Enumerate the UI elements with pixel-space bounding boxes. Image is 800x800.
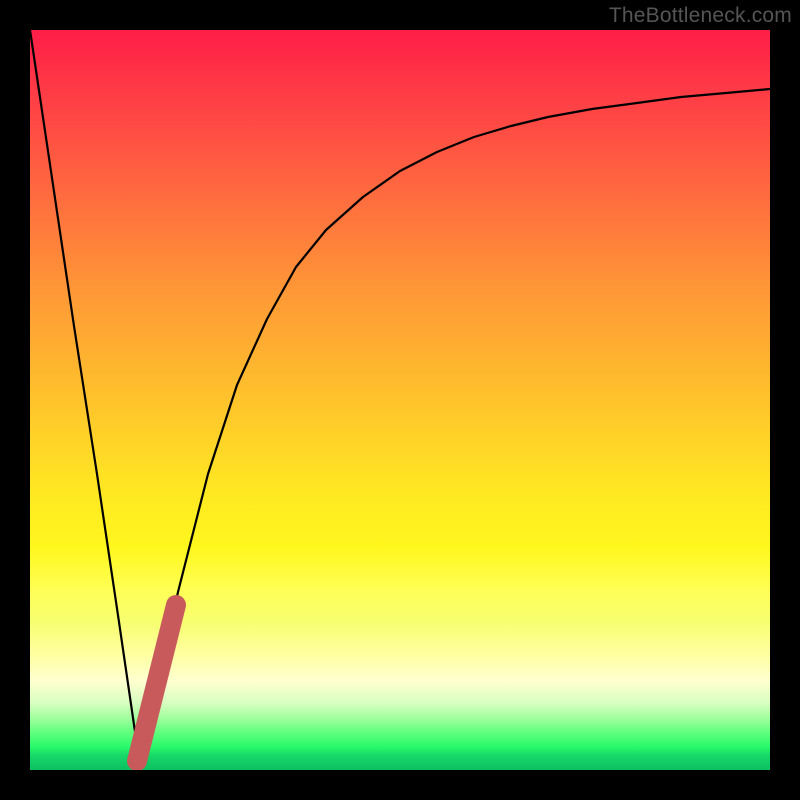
- chart-svg: [30, 30, 770, 770]
- current-marker: [137, 605, 176, 761]
- bottleneck-curve: [30, 30, 770, 759]
- plot-area: [30, 30, 770, 770]
- watermark-text: TheBottleneck.com: [609, 4, 792, 28]
- chart-frame: TheBottleneck.com: [0, 0, 800, 800]
